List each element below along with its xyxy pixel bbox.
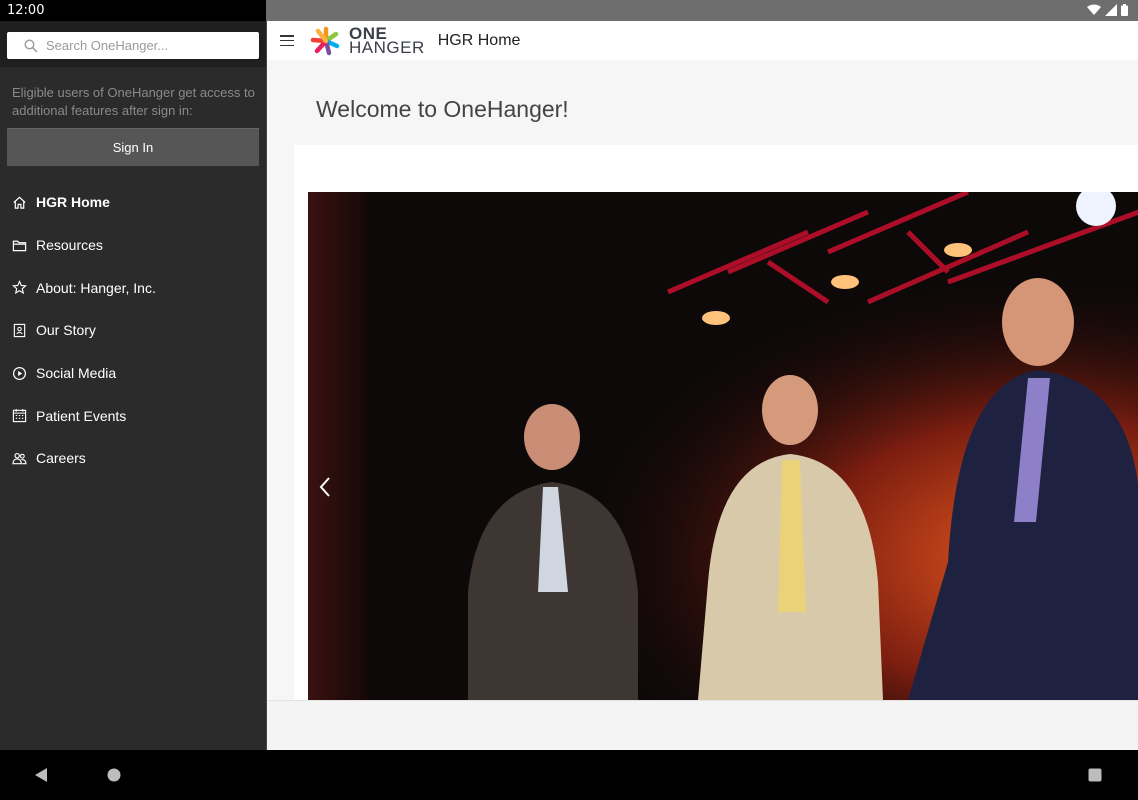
contact-book-icon <box>13 323 26 338</box>
logo-hanger-text: HANGER <box>349 37 425 57</box>
drawer-nav: HGR Home Resources About: Hanger, Inc. O… <box>0 181 266 480</box>
app-toolbar: ONE HANGER HGR Home <box>267 21 1138 60</box>
main-content: ONE HANGER HGR Home Welcome to OneHanger… <box>266 21 1138 750</box>
nav-item-social-media[interactable]: Social Media <box>0 352 266 395</box>
logo-wordmark: ONE HANGER <box>349 25 425 57</box>
nav-item-patient-events[interactable]: Patient Events <box>0 394 266 437</box>
nav-item-our-story[interactable]: Our Story <box>0 309 266 352</box>
nav-item-careers[interactable]: Careers <box>0 437 266 480</box>
drawer-search-area <box>0 21 266 67</box>
nav-label: Our Story <box>36 322 96 339</box>
nav-item-hgr-home[interactable]: HGR Home <box>0 181 266 224</box>
signin-hint: Eligible users of OneHanger get access t… <box>12 85 255 118</box>
onehanger-logo[interactable]: ONE HANGER <box>309 25 425 57</box>
nav-label: About: Hanger, Inc. <box>36 279 156 296</box>
status-bar: 12:00 <box>0 0 1138 21</box>
status-bar-left: 12:00 <box>0 0 266 21</box>
status-time: 12:00 <box>7 3 45 18</box>
battery-icon <box>1121 4 1128 16</box>
carousel-prev-arrow-icon[interactable] <box>318 476 332 498</box>
hero-card <box>294 145 1138 700</box>
screen: 12:00 Eligible users of OneHanger get ac… <box>0 0 1138 800</box>
recents-icon[interactable] <box>1088 768 1102 782</box>
sign-in-button[interactable]: Sign In <box>7 128 259 166</box>
nav-item-about[interactable]: About: Hanger, Inc. <box>0 266 266 309</box>
menu-icon[interactable] <box>280 35 294 46</box>
nav-label: Patient Events <box>36 407 127 424</box>
folder-icon <box>12 240 27 251</box>
page-title: HGR Home <box>437 31 521 49</box>
navigation-drawer: Eligible users of OneHanger get access t… <box>0 21 266 750</box>
back-icon[interactable] <box>34 768 48 782</box>
nav-label: Social Media <box>36 365 117 382</box>
wifi-icon <box>1087 4 1101 15</box>
system-navigation-bar <box>0 750 1138 800</box>
home-icon <box>13 196 26 209</box>
nav-label: Careers <box>36 450 86 467</box>
star-icon <box>12 280 27 295</box>
nav-label: Resources <box>36 237 103 254</box>
search-box[interactable] <box>7 32 259 59</box>
footer-strip <box>267 700 1138 750</box>
search-input[interactable] <box>46 38 246 53</box>
search-icon <box>24 38 38 53</box>
onehanger-asterisk-logo-icon <box>310 26 340 55</box>
people-icon <box>12 452 27 465</box>
stage-photo <box>308 192 1138 700</box>
nav-label: HGR Home <box>36 194 110 211</box>
play-circle-icon <box>12 366 27 380</box>
calendar-icon <box>12 409 27 423</box>
home-nav-icon[interactable] <box>107 768 121 782</box>
hero-carousel-image[interactable] <box>308 192 1138 700</box>
welcome-heading: Welcome to OneHanger! <box>316 96 569 122</box>
nav-item-resources[interactable]: Resources <box>0 224 266 267</box>
status-icons <box>1087 4 1128 16</box>
signal-icon <box>1105 4 1117 16</box>
